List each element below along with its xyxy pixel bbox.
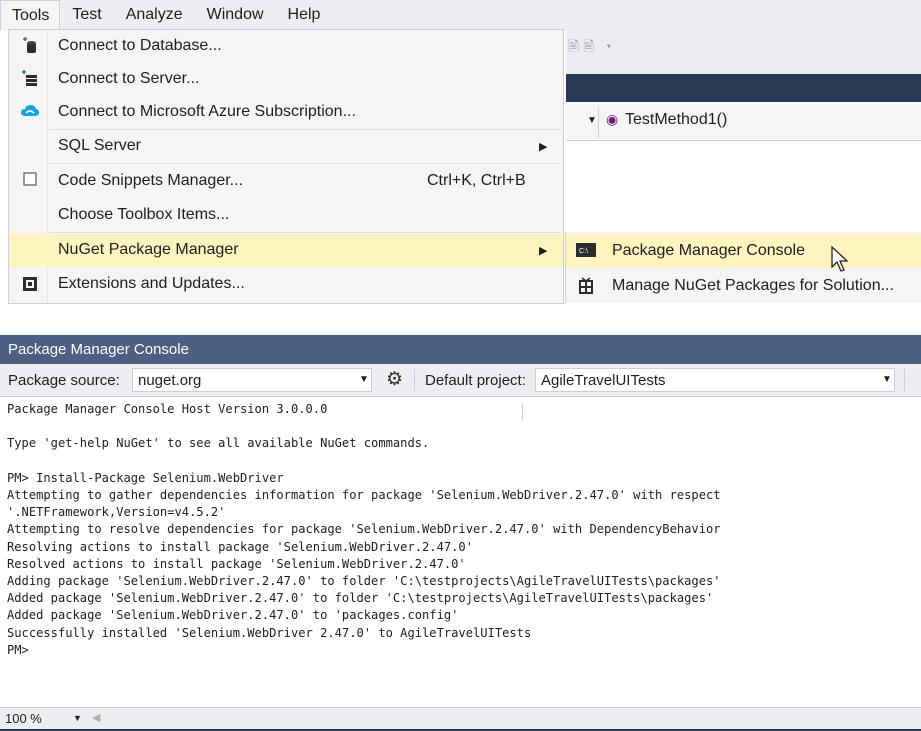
dropdown-arrow-icon: ▼	[359, 374, 369, 385]
document-tab-strip	[566, 74, 921, 102]
menu-item-extensions-updates[interactable]: Extensions and Updates...	[9, 268, 563, 301]
menu-item-connect-azure[interactable]: Connect to Microsoft Azure Subscription.…	[9, 96, 563, 129]
text-caret	[522, 403, 523, 421]
zoom-level[interactable]: 100 %	[5, 711, 42, 726]
console-line: Added package 'Selenium.WebDriver.2.47.0…	[7, 591, 714, 606]
menu-item-nuget-package-manager[interactable]: NuGet Package Manager ▶	[9, 234, 563, 267]
toolbar-divider	[414, 369, 415, 391]
toolbar-comment-icons[interactable]: 🖹🖹 ▾	[568, 36, 616, 60]
extensions-icon	[19, 275, 41, 295]
console-line: Package Manager Console Host Version 3.0…	[7, 402, 328, 416]
menu-separator	[49, 163, 561, 164]
console-line: Successfully installed 'Selenium.WebDriv…	[7, 625, 532, 640]
menu-item-label: SQL Server	[58, 137, 141, 154]
menu-item-shortcut: Ctrl+K, Ctrl+B	[427, 172, 526, 189]
menu-item-package-manager-console[interactable]: C:\ Package Manager Console	[566, 234, 921, 268]
menu-item-connect-database[interactable]: Connect to Database...	[9, 30, 563, 63]
default-project-value: AgileTravelUITests	[541, 372, 666, 389]
console-line: Type 'get-help NuGet' to see all availab…	[7, 436, 430, 451]
nav-divider	[598, 108, 599, 138]
tools-dropdown-menu: Connect to Database... Connect to Server…	[8, 29, 564, 304]
submenu-arrow-icon: ▶	[539, 141, 548, 153]
menu-item-label: Choose Toolbox Items...	[58, 206, 230, 223]
menu-item-label: Manage NuGet Packages for Solution...	[612, 277, 894, 294]
menu-item-label: Extensions and Updates...	[58, 275, 245, 292]
package-source-value: nuget.org	[138, 372, 202, 389]
type-dropdown-arrow-icon[interactable]: ▼	[587, 115, 597, 126]
main-toolbar	[566, 30, 921, 74]
package-manager-console-window: Package Manager Console Package source: …	[0, 335, 921, 731]
menu-tools[interactable]: Tools	[0, 0, 61, 30]
console-line: PM>	[7, 642, 29, 657]
mouse-cursor-icon	[830, 245, 852, 275]
server-connect-icon	[19, 70, 41, 90]
console-line: Resolving actions to install package 'Se…	[7, 539, 473, 554]
dropdown-arrow-icon: ▼	[882, 374, 892, 385]
menu-item-code-snippets[interactable]: Code Snippets Manager... Ctrl+K, Ctrl+B	[9, 165, 563, 198]
zoom-dropdown-arrow-icon[interactable]: ▼	[73, 713, 82, 723]
console-status-bar: 100 % ▼ ◀	[0, 707, 921, 731]
console-line: Added package 'Selenium.WebDriver.2.47.0…	[7, 608, 459, 623]
database-connect-icon	[19, 37, 41, 57]
navigation-bar	[566, 104, 921, 141]
submenu-arrow-icon: ▶	[539, 245, 548, 257]
menu-item-label: Connect to Microsoft Azure Subscription.…	[58, 103, 356, 120]
console-line: Resolved actions to install package 'Sel…	[7, 556, 466, 571]
menu-help[interactable]: Help	[276, 0, 333, 30]
scroll-left-arrow-icon[interactable]: ◀	[92, 711, 100, 724]
default-project-dropdown[interactable]: AgileTravelUITests ▼	[535, 368, 895, 392]
method-icon: ◉	[606, 111, 619, 127]
menu-item-label: Connect to Server...	[58, 70, 200, 87]
console-line: Attempting to resolve dependencies for p…	[7, 522, 721, 537]
menu-item-sql-server[interactable]: SQL Server ▶	[9, 130, 563, 163]
nuget-submenu: C:\ Package Manager Console Manage NuGet…	[565, 232, 921, 303]
package-source-label: Package source:	[8, 372, 120, 389]
console-line: Adding package 'Selenium.WebDriver.2.47.…	[7, 574, 721, 589]
menu-item-manage-nuget-packages[interactable]: Manage NuGet Packages for Solution...	[566, 269, 921, 303]
console-line: PM> Install-Package Selenium.WebDriver	[7, 470, 284, 485]
menu-item-connect-server[interactable]: Connect to Server...	[9, 63, 563, 96]
toolbar-divider	[904, 369, 905, 391]
console-icon: C:\	[574, 242, 598, 260]
azure-cloud-icon	[19, 103, 41, 123]
default-project-label: Default project:	[425, 372, 526, 389]
menu-item-label: Package Manager Console	[612, 242, 806, 259]
menu-item-label: Connect to Database...	[58, 37, 222, 54]
menu-item-label: NuGet Package Manager	[58, 241, 239, 258]
svg-text:C:\: C:\	[579, 248, 588, 255]
console-line: Attempting to gather dependencies inform…	[7, 488, 721, 503]
menu-separator	[49, 232, 561, 233]
menu-item-label: Code Snippets Manager...	[58, 172, 244, 189]
checkbox-icon	[19, 172, 41, 192]
menu-test[interactable]: Test	[60, 0, 113, 30]
menu-item-choose-toolbox[interactable]: Choose Toolbox Items...	[9, 199, 563, 232]
console-output[interactable]: Package Manager Console Host Version 3.0…	[7, 401, 921, 707]
menu-bar: Tools Test Analyze Window Help	[0, 0, 921, 30]
tools-menu-screenshot: Tools Test Analyze Window Help 🖹🖹 ▾ ▼ ◉ …	[0, 0, 921, 304]
console-title-bar: Package Manager Console	[0, 335, 921, 364]
settings-gear-icon[interactable]: ⚙	[386, 368, 403, 391]
console-toolbar: Package source: nuget.org ▼ ⚙ Default pr…	[0, 364, 921, 397]
console-line: '.NETFramework,Version=v4.5.2'	[7, 505, 226, 520]
nuget-package-icon	[574, 277, 598, 295]
package-source-dropdown[interactable]: nuget.org ▼	[132, 368, 372, 392]
menu-analyze[interactable]: Analyze	[114, 0, 195, 30]
member-dropdown[interactable]: TestMethod1()	[625, 111, 727, 129]
menu-window[interactable]: Window	[195, 0, 276, 30]
